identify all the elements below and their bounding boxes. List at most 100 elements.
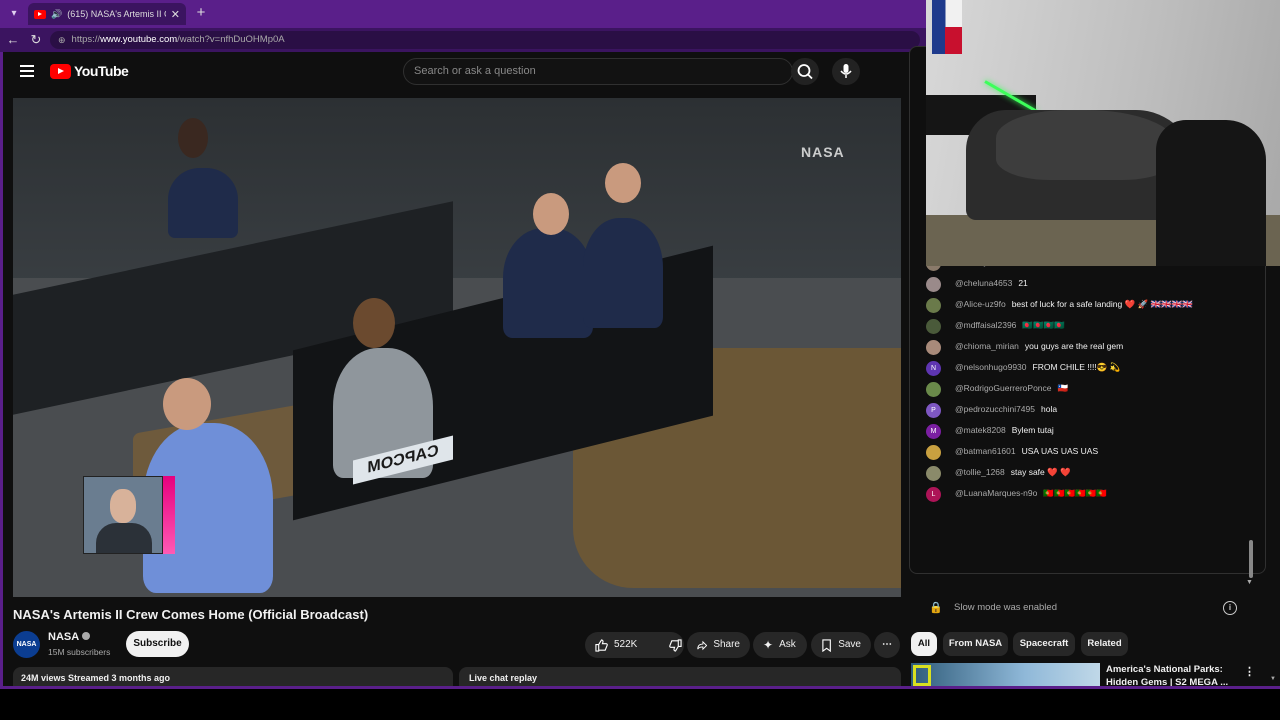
video-player[interactable]: CAPCOM NASA xyxy=(13,98,901,597)
slow-mode-bar: 🔒 Slow mode was enabled i xyxy=(909,593,1266,623)
chat-text: 21 xyxy=(1018,278,1028,288)
screen: ▾ 🔊 (615) NASA's Artemis II Crew Comes H… xyxy=(0,0,1280,720)
chat-author[interactable]: @batman61601 xyxy=(955,446,1016,456)
ask-button[interactable]: ✦ Ask xyxy=(753,632,807,658)
video-scene-head xyxy=(163,378,211,430)
info-icon[interactable]: i xyxy=(1223,601,1237,615)
share-icon xyxy=(697,640,708,650)
save-label: Save xyxy=(838,639,861,650)
more-actions-button[interactable]: ⋯ xyxy=(874,632,900,658)
youtube-logo[interactable]: YouTube xyxy=(50,63,129,79)
url-field[interactable]: ⊕ https://www.youtube.com/watch?v=nfhDuO… xyxy=(50,31,920,49)
close-tab-icon[interactable]: ✕ xyxy=(171,8,180,21)
tab-title: (615) NASA's Artemis II Crew Comes Home xyxy=(67,9,166,19)
reload-icon[interactable]: ↻ xyxy=(27,31,45,49)
url-path: /watch?v=nfhDuOHMp0A xyxy=(177,34,285,45)
picture-in-picture-speaker xyxy=(83,476,163,554)
search-input[interactable]: Search or ask a question xyxy=(403,58,793,85)
chat-message[interactable]: @RodrigoGuerreroPonce 🇨🇱 xyxy=(910,379,1251,400)
ask-label: Ask xyxy=(779,639,796,650)
chat-author[interactable]: @pedrozucchini7495 xyxy=(955,404,1035,414)
thumbs-up-icon xyxy=(595,638,608,652)
chat-text: stay safe ❤️ ❤️ xyxy=(1010,467,1071,477)
browser-tab-bar: ▾ 🔊 (615) NASA's Artemis II Crew Comes H… xyxy=(0,0,926,28)
url-text: https://www.youtube.com/watch?v=nfhDuOHM… xyxy=(72,31,285,49)
sidebar-scroll-arrow-icon[interactable]: ▼ xyxy=(1270,676,1276,682)
webcam-blanket xyxy=(996,110,1176,180)
speaker-icon[interactable]: 🔊 xyxy=(51,9,62,20)
search-icon xyxy=(797,64,813,80)
like-dislike-group: 522K xyxy=(585,632,684,658)
chat-avatar[interactable]: L xyxy=(926,487,941,502)
chip-spacecraft[interactable]: Spacecraft xyxy=(1013,632,1075,656)
chat-author[interactable]: @matek8208 xyxy=(955,425,1006,435)
chat-text: Bylem tutaj xyxy=(1011,425,1054,435)
chat-author[interactable]: @chioma_mirian xyxy=(955,341,1019,351)
back-arrow-icon[interactable]: ← xyxy=(4,31,22,49)
chat-message[interactable]: M @matek8208 Bylem tutaj xyxy=(910,421,1251,442)
chat-message[interactable]: @Alice-uz9fo best of luck for a safe land… xyxy=(910,295,1251,316)
chat-scrollbar[interactable] xyxy=(1249,540,1253,578)
new-tab-plus-icon[interactable]: + xyxy=(192,4,210,22)
voice-search-button[interactable] xyxy=(832,58,860,85)
chat-message[interactable]: L @LuanaMarques-n9o 🇵🇹🇵🇹🇵🇹🇵🇹🇵🇹🇵🇹 xyxy=(910,484,1251,505)
sparkle-icon: ✦ xyxy=(763,638,774,652)
search-button[interactable] xyxy=(791,58,819,85)
thumbs-down-icon xyxy=(669,638,682,652)
microphone-icon xyxy=(840,64,852,78)
chat-avatar[interactable]: P xyxy=(926,403,941,418)
chip-from-nasa[interactable]: From NASA xyxy=(943,632,1008,656)
subscribe-button[interactable]: Subscribe xyxy=(126,631,189,657)
chat-message[interactable]: N @nelsonhugo9930 FROM CHILE !!!!😎 💫 xyxy=(910,358,1251,379)
pip-accent-bar xyxy=(163,476,175,554)
chat-author[interactable]: @mdffaisal2396 xyxy=(955,320,1016,330)
browser-address-bar: ← ↻ ⊕ https://www.youtube.com/watch?v=nf… xyxy=(0,28,926,52)
chat-avatar[interactable] xyxy=(926,340,941,355)
tab-list-chevron-icon[interactable]: ▾ xyxy=(4,4,24,24)
chat-text: hola xyxy=(1041,404,1058,414)
chat-text: best of luck for a safe landing ❤️ 🚀 🇬🇧🇬… xyxy=(1011,299,1193,309)
chat-text: FROM CHILE !!!!😎 💫 xyxy=(1032,362,1121,372)
chat-author[interactable]: @nelsonhugo9930 xyxy=(955,362,1027,372)
chat-avatar[interactable] xyxy=(926,445,941,460)
chat-message[interactable]: @mdffaisal2396 🇧🇩🇧🇩🇧🇩🇧🇩 xyxy=(910,316,1251,337)
chat-message[interactable]: @chioma_mirian you guys are the real gem xyxy=(910,337,1251,358)
channel-name-link[interactable]: NASA xyxy=(48,631,91,643)
chat-text: you guys are the real gem xyxy=(1024,341,1124,351)
chip-all[interactable]: All xyxy=(911,632,937,656)
scroll-down-arrow-icon[interactable]: ▼ xyxy=(1246,579,1253,586)
chat-message[interactable]: @tollie_1268 stay safe ❤️ ❤️ xyxy=(910,463,1251,484)
chat-author[interactable]: @cheluna4653 xyxy=(955,278,1012,288)
video-scene-head xyxy=(178,118,208,158)
guide-menu-icon[interactable] xyxy=(20,65,34,77)
chat-author[interactable]: @RodrigoGuerreroPonce xyxy=(955,383,1052,393)
chat-text: 🇧🇩🇧🇩🇧🇩🇧🇩 xyxy=(1022,320,1065,330)
url-host: www.youtube.com xyxy=(100,34,178,45)
chat-message[interactable]: P @pedrozucchini7495 hola xyxy=(910,400,1251,421)
chat-author[interactable]: @LuanaMarques-n9o xyxy=(955,488,1037,498)
youtube-logo-text: YouTube xyxy=(74,63,129,79)
pip-speaker-suit xyxy=(96,523,152,553)
chip-related[interactable]: Related xyxy=(1081,632,1128,656)
chat-avatar[interactable] xyxy=(926,319,941,334)
video-scene-person xyxy=(583,218,663,328)
chat-avatar[interactable] xyxy=(926,298,941,313)
chat-author[interactable]: @Alice-uz9fo xyxy=(955,299,1006,309)
like-button[interactable]: 522K xyxy=(585,632,647,658)
bottom-black-bar xyxy=(0,689,1280,720)
chat-avatar[interactable]: N xyxy=(926,361,941,376)
recommended-more-icon[interactable]: ⋮ xyxy=(1244,665,1255,678)
save-button[interactable]: Save xyxy=(811,632,871,658)
recommended-video-thumbnail[interactable] xyxy=(911,663,1100,686)
share-button[interactable]: Share xyxy=(687,632,750,658)
chat-message[interactable]: @batman61601 USA UAS UAS UAS xyxy=(910,442,1251,463)
site-info-icon[interactable]: ⊕ xyxy=(58,31,66,49)
chat-avatar[interactable] xyxy=(926,382,941,397)
chat-author[interactable]: @tollie_1268 xyxy=(955,467,1005,477)
chat-avatar[interactable]: M xyxy=(926,424,941,439)
chat-message[interactable]: @cheluna4653 21 xyxy=(910,274,1251,295)
channel-avatar[interactable]: NASA xyxy=(13,631,40,658)
browser-tab-active[interactable]: 🔊 (615) NASA's Artemis II Crew Comes Hom… xyxy=(28,3,186,25)
chat-avatar[interactable] xyxy=(926,466,941,481)
chat-avatar[interactable] xyxy=(926,277,941,292)
